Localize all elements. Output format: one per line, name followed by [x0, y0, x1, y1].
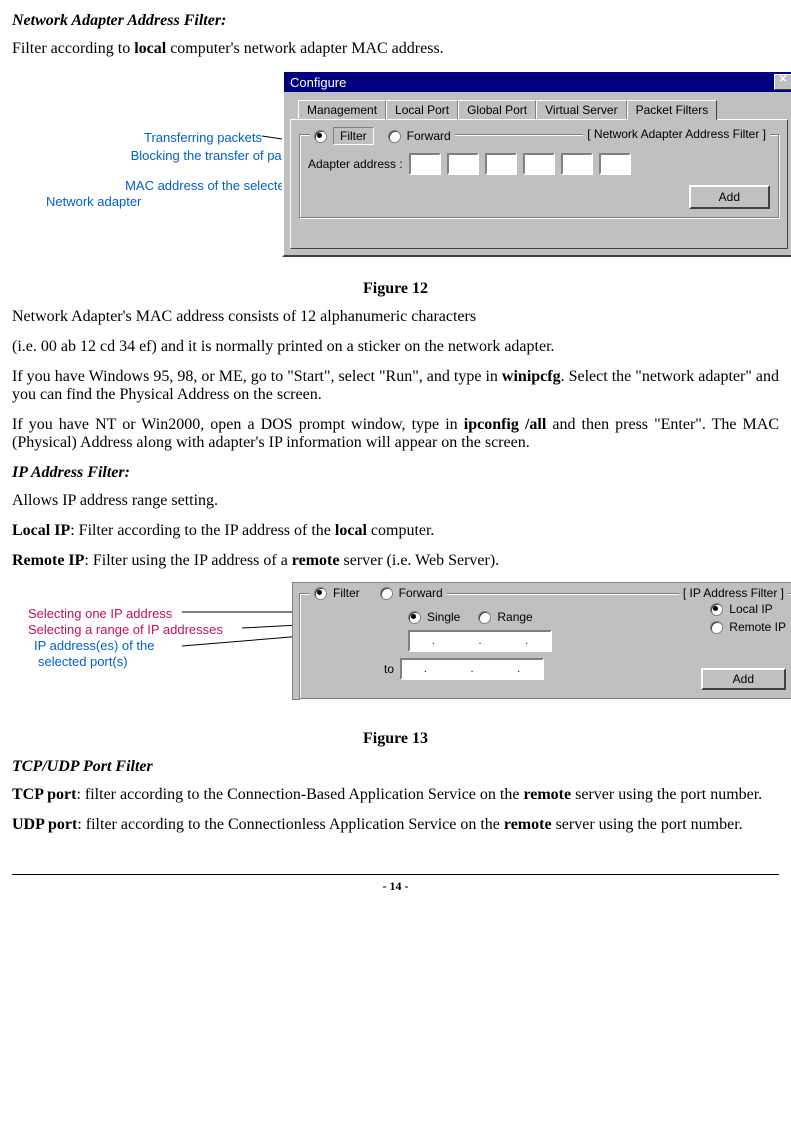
mac-input-2[interactable]: [447, 153, 479, 175]
radio-filter[interactable]: [314, 587, 327, 600]
text: computer.: [367, 522, 435, 539]
radio-range-label: Range: [497, 610, 532, 624]
ip-input-from[interactable]: ...: [408, 630, 552, 652]
paragraph: UDP port: filter according to the Connec…: [12, 816, 779, 834]
paragraph: TCP port: filter according to the Connec…: [12, 786, 779, 804]
tab-management[interactable]: Management: [298, 100, 386, 119]
annotation-single: Selecting one IP address: [28, 606, 172, 621]
radio-filter-label: Filter: [333, 127, 374, 145]
text: : filter according to the Connection-Bas…: [76, 786, 523, 803]
local-remote-radios: Local IP Remote IP: [710, 602, 786, 638]
text-bold: remote: [504, 816, 552, 833]
mac-input-4[interactable]: [523, 153, 555, 175]
annotation-transferring: Transferring packets: [32, 130, 262, 145]
radio-remote-ip[interactable]: [710, 621, 723, 634]
text: server using the port number.: [552, 816, 743, 833]
tab-global-port[interactable]: Global Port: [458, 100, 536, 119]
text-bold: remote: [523, 786, 571, 803]
section-heading: IP Address Filter:: [12, 464, 779, 482]
filter-forward-radios: Filter Forward: [310, 586, 447, 600]
paragraph: Local IP: Filter according to the IP add…: [12, 522, 779, 540]
radio-range[interactable]: [478, 611, 491, 624]
radio-remote-label: Remote IP: [729, 620, 786, 634]
configure-window: Configure ✕ Management Local Port Global…: [282, 70, 791, 257]
groupbox-ip-filter: [ IP Address Filter ] Filter Forward Sin…: [299, 593, 791, 699]
radio-forward-label: Forward: [407, 129, 451, 143]
text-bold: UDP port: [12, 816, 77, 833]
text: : Filter according to the IP address of …: [70, 522, 335, 539]
titlebar: Configure ✕: [284, 72, 791, 92]
radio-local-ip[interactable]: [710, 603, 723, 616]
annotation-mac1: MAC address of the selected: [32, 178, 292, 193]
annotation-ip2: selected port(s): [38, 654, 128, 669]
text: If you have Windows 95, 98, or ME, go to…: [12, 368, 502, 385]
group-title: [ Network Adapter Address Filter ]: [583, 127, 770, 141]
text: server (i.e. Web Server).: [339, 552, 499, 569]
radio-forward[interactable]: [388, 130, 401, 143]
figure-12: Transferring packets Blocking the transf…: [12, 70, 779, 270]
text-bold: ipconfig /all: [464, 416, 547, 433]
text: computer's network adapter MAC address.: [166, 40, 443, 57]
radio-local-label: Local IP: [729, 602, 772, 616]
paragraph: Filter according to local computer's net…: [12, 40, 779, 58]
paragraph: (i.e. 00 ab 12 cd 34 ef) and it is norma…: [12, 338, 779, 356]
text: : Filter using the IP address of a: [84, 552, 291, 569]
ip-filter-panel: [ IP Address Filter ] Filter Forward Sin…: [292, 582, 791, 700]
text: Filter according to: [12, 40, 134, 57]
radio-forward[interactable]: [380, 587, 393, 600]
tabs: Management Local Port Global Port Virtua…: [284, 92, 791, 119]
text-bold: Local IP: [12, 522, 70, 539]
tab-packet-filters[interactable]: Packet Filters: [627, 100, 718, 120]
text-bold: winipcfg: [502, 368, 561, 385]
paragraph: If you have Windows 95, 98, or ME, go to…: [12, 368, 779, 404]
radio-single-label: Single: [427, 610, 460, 624]
panel: [ Network Adapter Address Filter ] Filte…: [290, 119, 788, 249]
text-bold: remote: [292, 552, 340, 569]
text-bold: local: [335, 522, 367, 539]
paragraph: Network Adapter's MAC address consists o…: [12, 308, 779, 326]
paragraph: Remote IP: Filter using the IP address o…: [12, 552, 779, 570]
section-heading: Network Adapter Address Filter:: [12, 12, 779, 30]
text: server using the port number.: [571, 786, 762, 803]
figure-caption: Figure 13: [12, 730, 779, 748]
radio-filter-label: Filter: [333, 586, 360, 600]
mac-input-3[interactable]: [485, 153, 517, 175]
figure-caption: Figure 12: [12, 280, 779, 298]
text: If you have NT or Win2000, open a DOS pr…: [12, 416, 464, 433]
mac-input-1[interactable]: [409, 153, 441, 175]
text-bold: local: [134, 40, 166, 57]
mac-input-5[interactable]: [561, 153, 593, 175]
adapter-address-label: Adapter address :: [308, 157, 403, 171]
tab-virtual-server[interactable]: Virtual Server: [536, 100, 626, 119]
group-title: [ IP Address Filter ]: [679, 586, 788, 600]
paragraph: Allows IP address range setting.: [12, 492, 779, 510]
text: : filter according to the Connectionless…: [77, 816, 504, 833]
figure-13: Selecting one IP address Selecting a ran…: [12, 582, 779, 702]
tab-local-port[interactable]: Local Port: [386, 100, 458, 119]
text-bold: TCP port: [12, 786, 76, 803]
section-heading: TCP/UDP Port Filter: [12, 758, 779, 776]
window-title: Configure: [290, 75, 346, 90]
radio-single[interactable]: [408, 611, 421, 624]
add-button[interactable]: Add: [689, 185, 770, 209]
annotation-ip1: IP address(es) of the: [34, 638, 154, 653]
mac-inputs: [409, 153, 631, 175]
radio-forward-label: Forward: [399, 586, 443, 600]
paragraph: If you have NT or Win2000, open a DOS pr…: [12, 416, 779, 452]
page-footer: - 14 -: [12, 874, 779, 894]
to-label: to: [384, 662, 394, 676]
filter-forward-radios: Filter Forward: [310, 127, 455, 145]
add-button[interactable]: Add: [701, 668, 786, 690]
close-button[interactable]: ✕: [774, 74, 791, 90]
ip-input-to[interactable]: ...: [400, 658, 544, 680]
text-bold: Remote IP: [12, 552, 84, 569]
mac-input-6[interactable]: [599, 153, 631, 175]
radio-filter[interactable]: [314, 130, 327, 143]
groupbox-adapter-filter: [ Network Adapter Address Filter ] Filte…: [299, 134, 779, 218]
